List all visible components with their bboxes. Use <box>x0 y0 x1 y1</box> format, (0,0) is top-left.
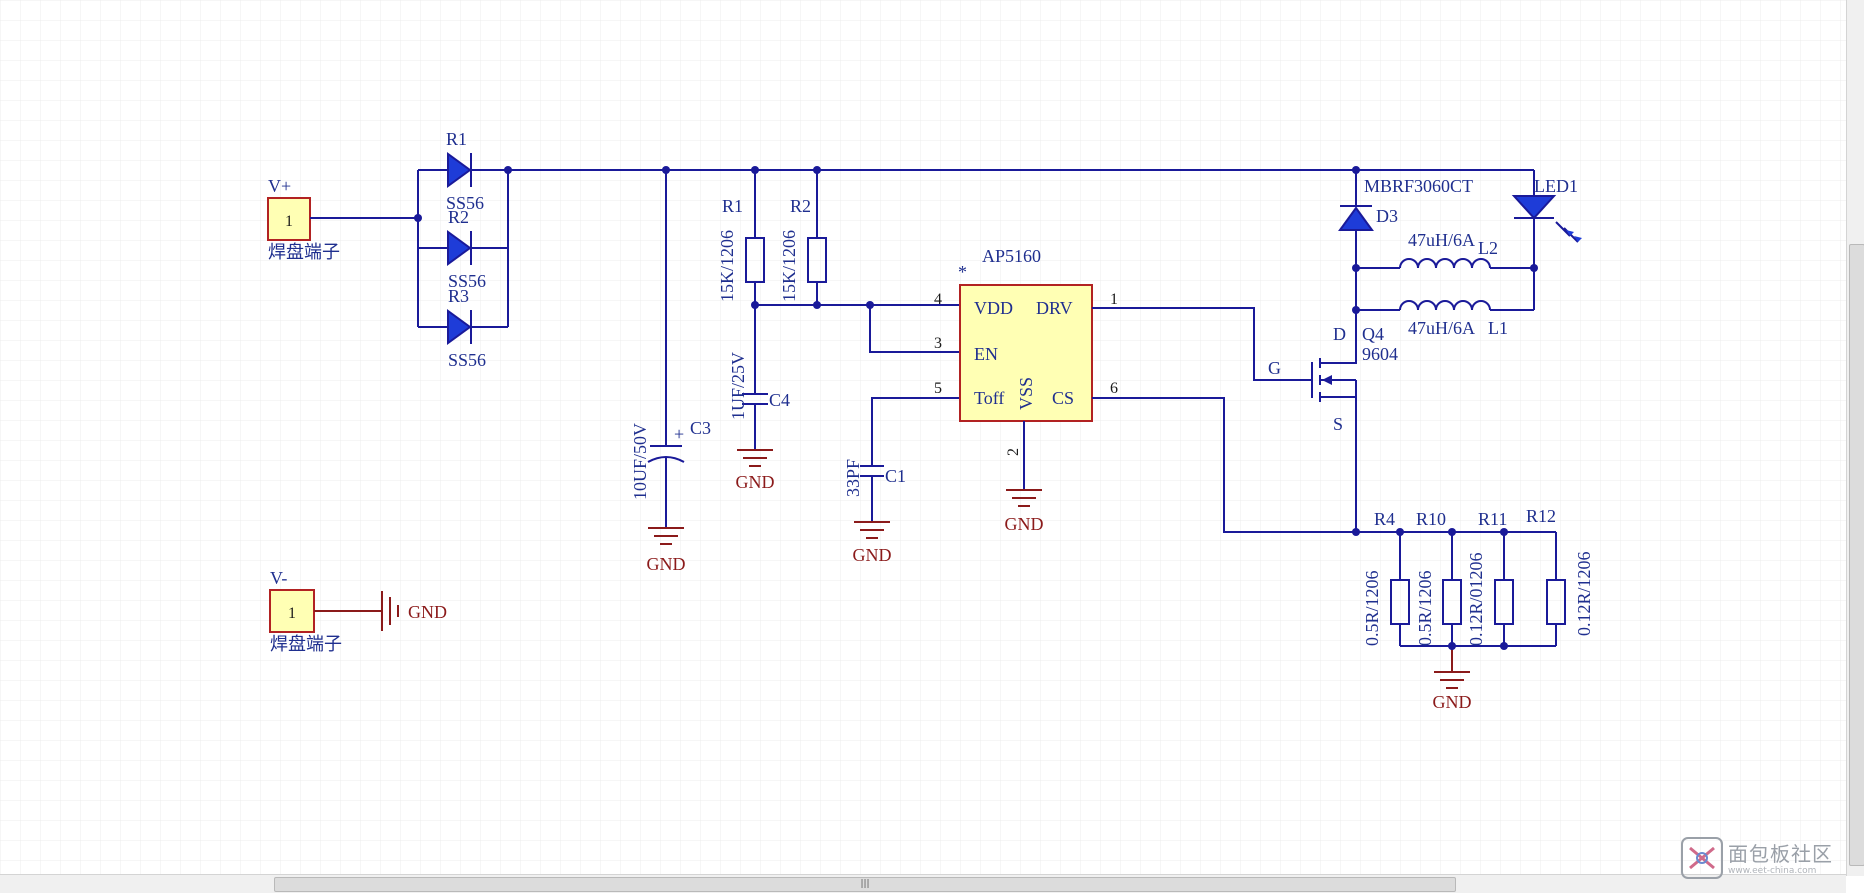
diode-d3-ref: R3 <box>448 286 469 306</box>
horizontal-scrollbar[interactable]: ||| <box>0 874 1846 893</box>
gnd-label-c1: GND <box>853 545 892 565</box>
inductor-l1-value: 47uH/6A <box>1408 318 1475 338</box>
connector-vplus-pin: 1 <box>285 213 293 230</box>
vertical-scrollbar[interactable] <box>1846 0 1864 876</box>
connector-vminus-name: V- <box>270 568 287 588</box>
inductor-l2-ref: L2 <box>1478 238 1498 258</box>
resistor-r11-value: 0.12R/01206 <box>1466 552 1486 646</box>
ic-ref: AP5160 <box>982 246 1041 266</box>
gnd-label-c3: GND <box>647 554 686 574</box>
resistor-r4-value: 0.5R/1206 <box>1362 570 1382 646</box>
diode-schottky-ref: D3 <box>1376 206 1398 226</box>
diode-schottky-value: MBRF3060CT <box>1364 176 1473 196</box>
mosfet-source-label: S <box>1333 414 1343 434</box>
watermark: 面包板社区 www.eet-china.com <box>1680 836 1840 882</box>
resistor-r2-value: 15K/1206 <box>779 230 799 302</box>
ic-marker: * <box>958 262 967 282</box>
diode-d1-ref: R1 <box>446 129 467 149</box>
gnd-label-c4: GND <box>736 472 775 492</box>
ic-pin-vss-name: VSS <box>1016 377 1036 410</box>
connector-vminus-pin: 1 <box>288 605 296 622</box>
ic-pin-en-num: 3 <box>934 335 942 352</box>
connector-vplus-desc: 焊盘端子 <box>268 242 340 262</box>
inductor-l2-value: 47uH/6A <box>1408 230 1475 250</box>
ic-pin-cs-name: CS <box>1052 388 1074 408</box>
capacitor-c1-value: 33PF <box>843 459 863 497</box>
resistor-r10-value: 0.5R/1206 <box>1415 570 1435 646</box>
capacitor-c4-ref: C4 <box>769 390 790 410</box>
capacitor-c3-value: 10UF/50V <box>630 423 650 500</box>
gnd-label-ic: GND <box>1005 514 1044 534</box>
mosfet-value: 9604 <box>1362 344 1398 364</box>
ic-pin-drv-num: 1 <box>1110 291 1118 308</box>
gnd-label-sense: GND <box>1433 692 1472 712</box>
connector-vminus-desc: 焊盘端子 <box>270 634 342 654</box>
diode-d3-value: SS56 <box>448 350 486 370</box>
gnd-label-vminus: GND <box>408 602 447 622</box>
ic-pin-drv-name: DRV <box>1036 298 1073 318</box>
led-ref: LED1 <box>1534 176 1578 196</box>
scrollbar-grip: ||| <box>860 879 870 889</box>
resistor-r11-ref: R11 <box>1478 509 1507 529</box>
ic-pin-vdd-num: 4 <box>934 291 942 308</box>
resistor-r4-ref: R4 <box>1374 509 1395 529</box>
diode-d2-ref: R2 <box>448 207 469 227</box>
inductor-l1-ref: L1 <box>1488 318 1508 338</box>
mosfet-gate-label: G <box>1268 358 1281 378</box>
mosfet-ref: Q4 <box>1362 324 1384 344</box>
schematic-canvas: V+ 1 焊盘端子 V- 1 焊盘端子 GND R1 SS56 R2 SS56 … <box>0 0 1864 892</box>
watermark-logo-icon <box>1681 837 1723 879</box>
ic-pin-en-name: EN <box>974 344 998 364</box>
ic-pin-cs-num: 6 <box>1110 380 1118 397</box>
ic-pin-toff-name: Toff <box>974 388 1004 408</box>
vertical-scrollbar-thumb[interactable] <box>1849 244 1864 866</box>
capacitor-c3-polarity: + <box>674 424 684 444</box>
connector-vplus-name: V+ <box>268 176 291 196</box>
watermark-sub: www.eet-china.com <box>1728 866 1817 876</box>
watermark-title: 面包板社区 <box>1728 842 1833 866</box>
capacitor-c1-ref: C1 <box>885 466 906 486</box>
horizontal-scrollbar-thumb[interactable]: ||| <box>274 877 1456 892</box>
ic-pin-vss-num: 2 <box>1005 448 1022 456</box>
resistor-r12-ref: R12 <box>1526 506 1556 526</box>
grid-background <box>0 0 1846 874</box>
resistor-r1-ref: R1 <box>722 196 743 216</box>
capacitor-c3-ref: C3 <box>690 418 711 438</box>
ic-pin-toff-num: 5 <box>934 380 942 397</box>
ic-pin-vdd-name: VDD <box>974 298 1013 318</box>
capacitor-c4-value: 1UF/25V <box>728 352 748 420</box>
resistor-r1-value: 15K/1206 <box>717 230 737 302</box>
resistor-r2-ref: R2 <box>790 196 811 216</box>
resistor-r12-value: 0.12R/1206 <box>1574 551 1594 636</box>
resistor-r10-ref: R10 <box>1416 509 1446 529</box>
schematic-svg: V+ 1 焊盘端子 V- 1 焊盘端子 GND R1 SS56 R2 SS56 … <box>0 0 1846 874</box>
mosfet-drain-label: D <box>1333 324 1346 344</box>
